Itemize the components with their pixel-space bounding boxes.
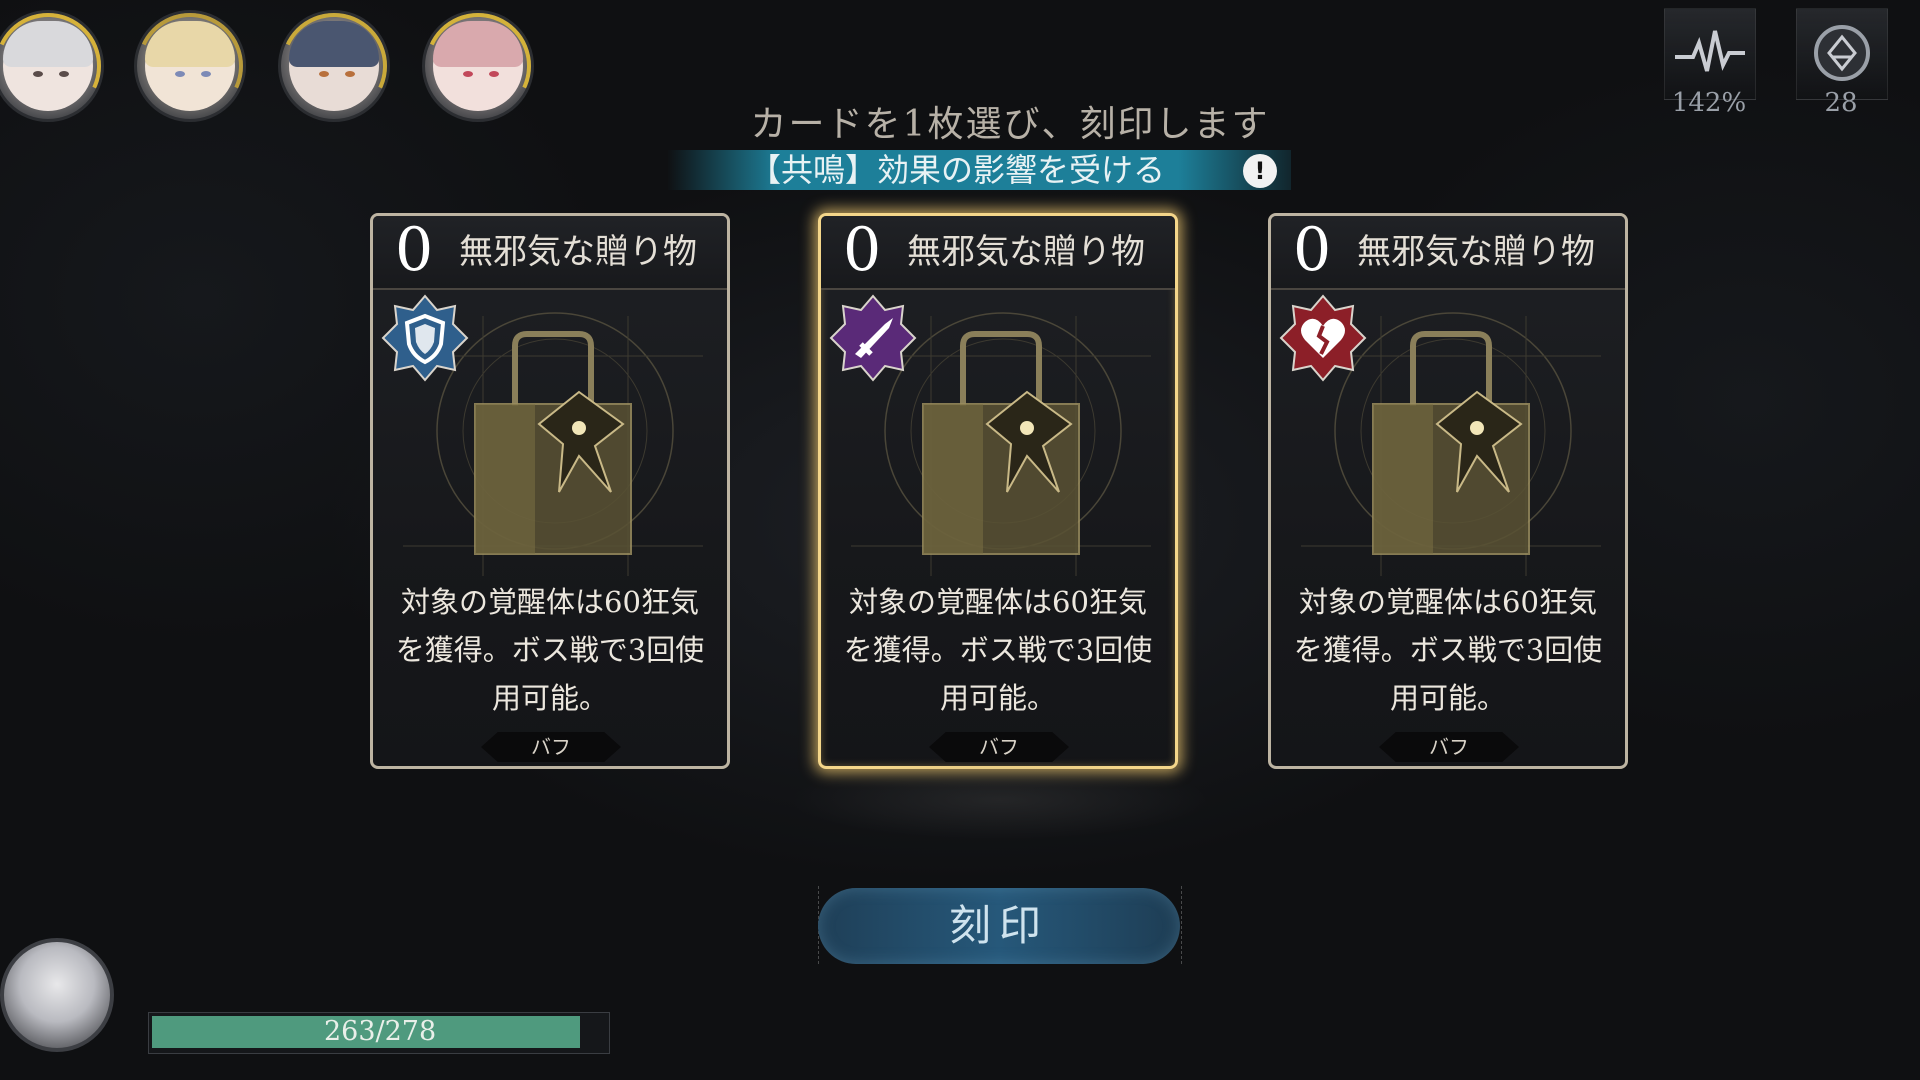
card-description: 対象の覚醒体は60狂気を獲得。ボス戦で3回使用可能。: [1293, 585, 1603, 715]
token-button[interactable]: [1796, 8, 1888, 100]
imprint-button[interactable]: 刻印: [818, 888, 1180, 964]
card-reflection: [790, 760, 1210, 840]
card-header: 0 無邪気な贈り物: [373, 216, 727, 290]
hp-text: 263/278: [324, 1016, 437, 1047]
broken-heart-emblem-icon: [1277, 292, 1369, 384]
game-screen: 142% 28 カードを1枚選び、刻印します 【共鳴】効果の影響を受ける ! 0…: [0, 0, 1920, 1080]
sync-rate-button[interactable]: [1664, 8, 1756, 100]
card-header: 0 無邪気な贈り物: [821, 216, 1175, 290]
card-tag: バフ: [481, 732, 621, 762]
emblem-drawing: [381, 294, 469, 382]
token-icon: [1814, 25, 1870, 81]
card-name: 無邪気な贈り物: [907, 232, 1145, 272]
info-icon[interactable]: !: [1243, 154, 1277, 188]
selection-prompt: カードを1枚選び、刻印します: [750, 104, 1270, 145]
resonance-text: 【共鳴】効果の影響を受ける: [748, 151, 1165, 189]
dagger-emblem-icon: [827, 292, 919, 384]
emblem-drawing: [1279, 294, 1367, 382]
card-tag: バフ: [929, 732, 1069, 762]
pulse-icon: [1675, 30, 1745, 72]
card-cost: 0: [1293, 215, 1332, 285]
card-description: 対象の覚醒体は60狂気を獲得。ボス戦で3回使用可能。: [843, 585, 1153, 715]
card-cost: 0: [395, 215, 434, 285]
card-header: 0 無邪気な贈り物: [1271, 216, 1625, 290]
card-option[interactable]: 0 無邪気な贈り物 対象の覚醒体は60狂気を獲得。ボス戦で3回使用可能。 バフ: [370, 213, 730, 769]
card-cost: 0: [843, 215, 882, 285]
emblem-drawing: [829, 294, 917, 382]
shield-emblem-icon: [379, 292, 471, 384]
card-name: 無邪気な贈り物: [459, 232, 697, 272]
card-option[interactable]: 0 無邪気な贈り物 対象の覚醒体は60狂気を獲得。ボス戦で3回使用可能。 バフ: [1268, 213, 1628, 769]
player-avatar[interactable]: [0, 938, 114, 1052]
card-description: 対象の覚醒体は60狂気を獲得。ボス戦で3回使用可能。: [395, 585, 705, 715]
card-option[interactable]: 0 無邪気な贈り物 対象の覚醒体は60狂気を獲得。ボス戦で3回使用可能。 バフ: [818, 213, 1178, 769]
card-tag: バフ: [1379, 732, 1519, 762]
card-name: 無邪気な贈り物: [1357, 232, 1595, 272]
